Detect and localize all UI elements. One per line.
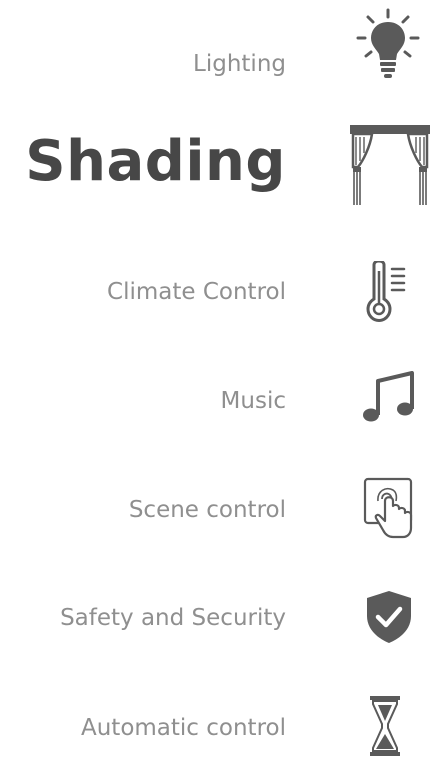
menu-item-label: Lighting xyxy=(193,51,286,77)
menu-item-shading[interactable]: Shading xyxy=(0,110,446,220)
menu-item-label: Climate Control xyxy=(107,279,286,305)
menu-item-label: Automatic control xyxy=(81,715,286,741)
thermometer-icon xyxy=(366,261,412,323)
lightbulb-icon xyxy=(353,8,423,80)
menu-item-label: Safety and Security xyxy=(60,605,286,631)
menu-item-climate-control[interactable]: Climate Control xyxy=(0,240,446,340)
shield-check-icon xyxy=(366,590,412,644)
touch-panel-icon xyxy=(363,477,417,543)
curtain-icon xyxy=(350,125,430,207)
menu-item-lighting[interactable]: Lighting xyxy=(0,0,446,100)
hourglass-icon xyxy=(370,696,400,756)
menu-item-label: Music xyxy=(220,388,286,414)
menu-item-automatic-control[interactable]: Automatic control xyxy=(0,680,446,759)
category-menu: Lighting Shading Climate Control Music S… xyxy=(0,0,446,759)
menu-item-music[interactable]: Music xyxy=(0,350,446,450)
menu-item-scene-control[interactable]: Scene control xyxy=(0,460,446,560)
music-note-icon xyxy=(362,371,416,425)
menu-item-label: Scene control xyxy=(128,497,286,523)
menu-item-safety-security[interactable]: Safety and Security xyxy=(0,570,446,670)
menu-item-label-active: Shading xyxy=(25,129,286,194)
